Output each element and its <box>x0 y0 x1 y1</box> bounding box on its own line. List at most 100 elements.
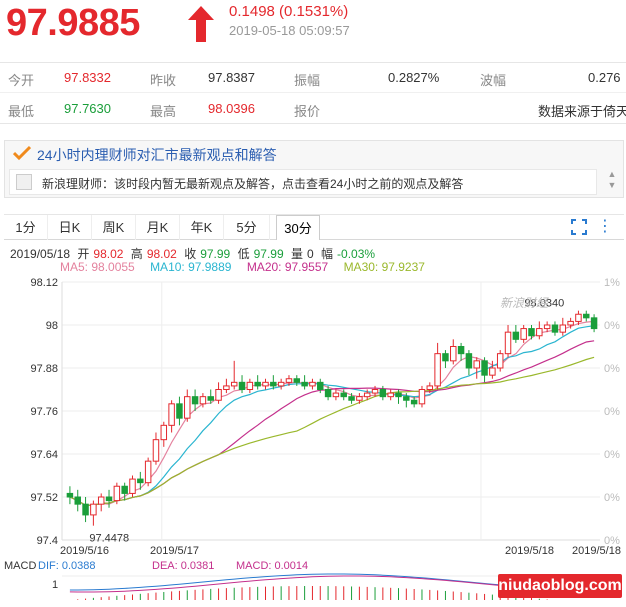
candle <box>333 393 338 397</box>
right-tick-label: 0% <box>604 320 620 332</box>
stat-label: 波幅 <box>480 70 506 89</box>
stat-label: 报价 <box>294 101 320 120</box>
y-tick-label: 97.88 <box>30 363 58 375</box>
macd-axis-label: 1 <box>52 579 58 591</box>
volume-label: 量 <box>291 247 303 261</box>
x-tick-label: 2019/5/18 <box>572 545 621 557</box>
candle <box>584 314 589 318</box>
y-tick-label: 97.76 <box>30 406 58 418</box>
candle-date: 2019/05/18 <box>10 247 70 261</box>
quote-timestamp: 2019-05-18 05:09:57 <box>229 23 350 38</box>
candle <box>544 325 549 329</box>
candle <box>185 397 190 419</box>
right-tick-label: 0% <box>604 363 620 375</box>
candle <box>200 397 205 404</box>
candle <box>216 390 221 401</box>
y-tick-label: 97.4 <box>37 535 58 547</box>
candle <box>435 354 440 386</box>
candle <box>482 361 487 375</box>
tab-monthly[interactable]: 月K <box>136 215 180 240</box>
candle <box>83 504 88 515</box>
candle <box>591 318 596 329</box>
macd-info-text: MACD: 0.0014 <box>236 560 308 572</box>
close-value: 97.99 <box>200 247 230 261</box>
advisor-title-link[interactable]: 24小时内理财师对汇市最新观点和解答 <box>37 145 277 165</box>
tab-30min[interactable]: 30分 <box>276 215 320 240</box>
stat-label: 最高 <box>150 101 176 120</box>
avatar <box>16 174 32 190</box>
candle <box>404 397 409 401</box>
candle <box>98 497 103 504</box>
candle <box>177 404 182 418</box>
candle <box>239 382 244 389</box>
right-tick-label: 0% <box>604 449 620 461</box>
candle <box>286 379 291 383</box>
candle <box>325 390 330 397</box>
candle <box>106 497 111 501</box>
right-tick-label: 0% <box>604 406 620 418</box>
candle <box>552 325 557 332</box>
scroll-arrows-icon[interactable]: ▲▼ <box>605 169 619 193</box>
candle <box>169 404 174 426</box>
y-tick-label: 97.64 <box>30 449 58 461</box>
candle <box>466 354 471 368</box>
stat-label: 最低 <box>8 101 34 120</box>
stat-label: 今开 <box>8 70 34 89</box>
price-change: 0.1498 (0.1531%) <box>229 3 348 20</box>
stat-value: 97.7630 <box>64 101 111 116</box>
more-options-icon[interactable]: ⋮ <box>596 218 614 236</box>
tab-weekly[interactable]: 周K <box>92 215 136 240</box>
candle <box>67 493 72 497</box>
x-tick-label: 2019/5/17 <box>150 545 199 557</box>
candle <box>411 400 416 404</box>
amp-value: -0.03% <box>337 247 375 261</box>
candle <box>443 354 448 361</box>
candle <box>114 486 119 500</box>
candle <box>294 379 299 383</box>
tab-5min[interactable]: 5分 <box>224 215 270 240</box>
open-value: 98.02 <box>93 247 123 261</box>
fullscreen-icon[interactable] <box>570 218 588 236</box>
stats-row: 今开 97.8332 昨收 97.8387 振幅 0.2827% 波幅 0.27… <box>0 63 626 93</box>
candle <box>255 382 260 386</box>
candle <box>521 329 526 340</box>
x-tick-label: 2019/5/18 <box>505 545 554 557</box>
candle <box>396 393 401 397</box>
low-value: 97.99 <box>254 247 284 261</box>
candle <box>380 390 385 397</box>
x-tick-label: 2019/5/16 <box>60 545 109 557</box>
low-annotation: 97.4478 <box>89 533 129 545</box>
tab-1min[interactable]: 1分 <box>4 215 48 240</box>
high-value: 98.02 <box>147 247 177 261</box>
candle <box>490 368 495 375</box>
kline-chart[interactable]: 98.121%980%97.880%97.760%97.640%97.520%9… <box>0 270 626 602</box>
advisor-panel: 24小时内理财师对汇市最新观点和解答 新浪理财师：该时段内暂无最新观点及解答，点… <box>4 140 624 198</box>
sina-watermark: 新浪财经 <box>500 294 548 311</box>
candle <box>310 382 315 386</box>
candle <box>318 382 323 389</box>
stat-label: 昨收 <box>150 70 176 89</box>
checkmark-icon <box>13 145 31 161</box>
macd-info-text: DEA: 0.0381 <box>152 560 214 572</box>
candle <box>231 382 236 386</box>
tab-yearly[interactable]: 年K <box>180 215 224 240</box>
macd-info-text: MACD <box>4 560 36 572</box>
stat-value: 98.0396 <box>208 101 255 116</box>
candle <box>537 329 542 336</box>
stats-table: 今开 97.8332 昨收 97.8387 振幅 0.2827% 波幅 0.27… <box>0 62 626 124</box>
candle <box>505 332 510 354</box>
candle <box>263 382 268 386</box>
kline-svg: 98.121%980%97.880%97.760%97.640%97.520%9… <box>0 270 626 602</box>
candle <box>474 361 479 368</box>
period-tabs: 1分 日K 周K 月K 年K 5分 30分 ⋮ <box>4 214 624 240</box>
advisor-message[interactable]: 新浪理财师：该时段内暂无最新观点及解答，点击查看24小时之前的观点及解答 <box>9 169 597 195</box>
candle <box>357 397 362 401</box>
site-watermark: niudaoblog.com <box>498 574 622 598</box>
candle <box>247 382 252 389</box>
stat-value: 数据来源于倚天 <box>538 101 626 120</box>
advisor-message-text: 新浪理财师：该时段内暂无最新观点及解答，点击查看24小时之前的观点及解答 <box>42 175 463 192</box>
stat-value: 0.276 <box>588 70 621 85</box>
tab-daily[interactable]: 日K <box>48 215 92 240</box>
right-tick-label: 0% <box>604 492 620 504</box>
y-tick-label: 98.12 <box>30 277 58 289</box>
